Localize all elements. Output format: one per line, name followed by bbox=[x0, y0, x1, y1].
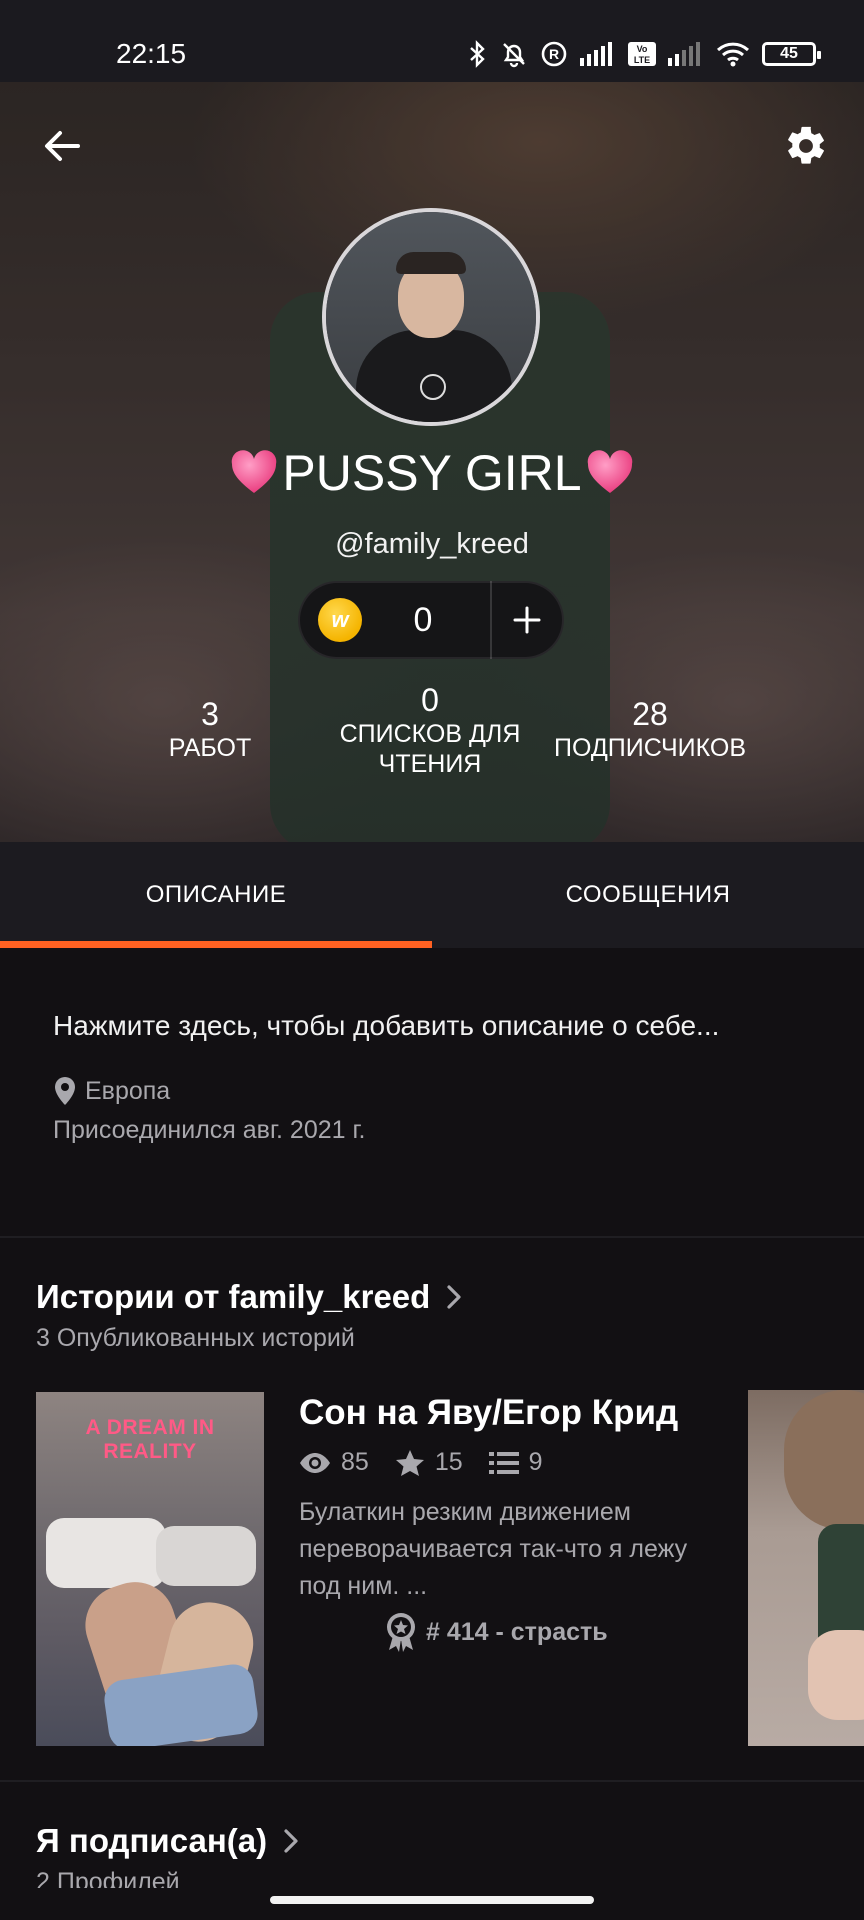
arrow-left-icon bbox=[45, 131, 80, 161]
sparkling-heart-icon bbox=[587, 450, 632, 493]
svg-text:LTE: LTE bbox=[634, 55, 650, 65]
coin-icon: w bbox=[318, 598, 362, 642]
votes-count: 15 bbox=[434, 1448, 463, 1476]
award-badge-icon bbox=[387, 1613, 415, 1652]
battery-icon: 45 bbox=[762, 42, 821, 66]
stat-label: СПИСКОВ ДЛЯ ЧТЕНИЯ bbox=[339, 720, 521, 778]
stat-value: 0 bbox=[421, 682, 439, 718]
gear-icon bbox=[788, 126, 824, 164]
stat-label: РАБОТ bbox=[168, 734, 252, 762]
status-icons: R Vo LTE 45 bbox=[468, 40, 821, 68]
reads-count: 85 bbox=[341, 1448, 369, 1476]
signal-icon bbox=[668, 42, 704, 66]
signal-icon bbox=[580, 42, 616, 66]
avatar[interactable] bbox=[322, 208, 540, 426]
stat-label: ПОДПИСЧИКОВ bbox=[554, 734, 746, 762]
following-header[interactable]: Я подписан(а) bbox=[36, 1822, 299, 1860]
cover-title-text: A DREAM IN REALITY bbox=[85, 1416, 215, 1463]
home-indicator[interactable] bbox=[270, 1896, 594, 1904]
settings-button[interactable] bbox=[778, 118, 834, 174]
story-title[interactable]: Сон на Яву/Егор Крид bbox=[299, 1393, 678, 1433]
stories-count: 3 Опубликованных историй bbox=[36, 1324, 355, 1352]
star-icon bbox=[395, 1449, 424, 1476]
about-section: Нажмите здесь, чтобы добавить описание о… bbox=[0, 948, 864, 1238]
location: Европа bbox=[53, 1076, 170, 1106]
stat-followers[interactable]: 28 ПОДПИСЧИКОВ bbox=[540, 696, 760, 763]
tab-messages[interactable]: СООБЩЕНИЯ bbox=[432, 842, 864, 948]
story-cover[interactable]: A DREAM IN REALITY bbox=[36, 1392, 264, 1746]
story-parts: 9 bbox=[488, 1448, 543, 1477]
section-divider bbox=[0, 1780, 864, 1782]
stories-title: Истории от family_kreed bbox=[36, 1278, 431, 1315]
eye-icon bbox=[300, 1452, 330, 1473]
svg-text:R: R bbox=[549, 46, 559, 62]
profile-tabs: ОПИСАНИЕ СООБЩЕНИЯ bbox=[0, 842, 864, 948]
username: @family_kreed bbox=[335, 528, 529, 560]
stat-works[interactable]: 3 РАБОТ bbox=[140, 696, 280, 763]
location-pin-icon bbox=[55, 1077, 75, 1105]
status-bar: 22:15 R Vo LTE 45 bbox=[0, 0, 864, 82]
display-name: PUSSY GIRL bbox=[0, 444, 864, 502]
story-description: Булаткин резким движением переворачивает… bbox=[299, 1498, 688, 1600]
add-coins-button[interactable] bbox=[492, 581, 562, 659]
list-icon bbox=[488, 1451, 519, 1474]
location-text: Европа bbox=[85, 1076, 171, 1105]
rank-text: # 414 - страсть bbox=[426, 1617, 608, 1646]
following-count: 2 Профилей bbox=[36, 1868, 180, 1888]
wifi-icon bbox=[716, 41, 750, 67]
back-button[interactable] bbox=[36, 120, 88, 172]
tab-about[interactable]: ОПИСАНИЕ bbox=[0, 842, 432, 948]
story-cover[interactable] bbox=[748, 1390, 864, 1746]
stories-header[interactable]: Истории от family_kreed bbox=[36, 1278, 462, 1316]
joined-date: Присоединился авг. 2021 г. bbox=[53, 1116, 366, 1144]
story-votes: 15 bbox=[395, 1448, 463, 1477]
parts-count: 9 bbox=[528, 1448, 543, 1476]
plus-icon bbox=[513, 606, 541, 634]
sparkling-heart-icon bbox=[232, 450, 277, 493]
bell-off-icon bbox=[500, 40, 528, 68]
add-description-prompt[interactable]: Нажмите здесь, чтобы добавить описание о… bbox=[53, 1010, 719, 1042]
story-stats: 85 15 9 bbox=[299, 1448, 569, 1477]
chevron-right-icon bbox=[447, 1285, 461, 1309]
stat-value: 28 bbox=[632, 696, 668, 732]
following-title: Я подписан(а) bbox=[36, 1822, 268, 1859]
display-name-text: PUSSY GIRL bbox=[282, 445, 582, 501]
stat-reading-lists[interactable]: 0 СПИСКОВ ДЛЯ ЧТЕНИЯ bbox=[330, 682, 530, 779]
volte-icon: Vo LTE bbox=[628, 42, 656, 66]
registered-icon: R bbox=[540, 40, 568, 68]
story-rank[interactable]: # 414 - страсть bbox=[384, 1612, 608, 1652]
story-reads: 85 bbox=[299, 1448, 369, 1477]
coins-widget: w 0 bbox=[298, 581, 564, 659]
bluetooth-icon bbox=[468, 40, 488, 68]
coin-count: 0 bbox=[413, 600, 433, 639]
status-time: 22:15 bbox=[116, 38, 187, 69]
stat-value: 3 bbox=[201, 696, 219, 732]
chevron-right-icon bbox=[284, 1829, 298, 1853]
profile-header: PUSSY GIRL @family_kreed w 0 3 РАБОТ 0 С… bbox=[0, 82, 864, 842]
svg-text:Vo: Vo bbox=[637, 44, 648, 54]
